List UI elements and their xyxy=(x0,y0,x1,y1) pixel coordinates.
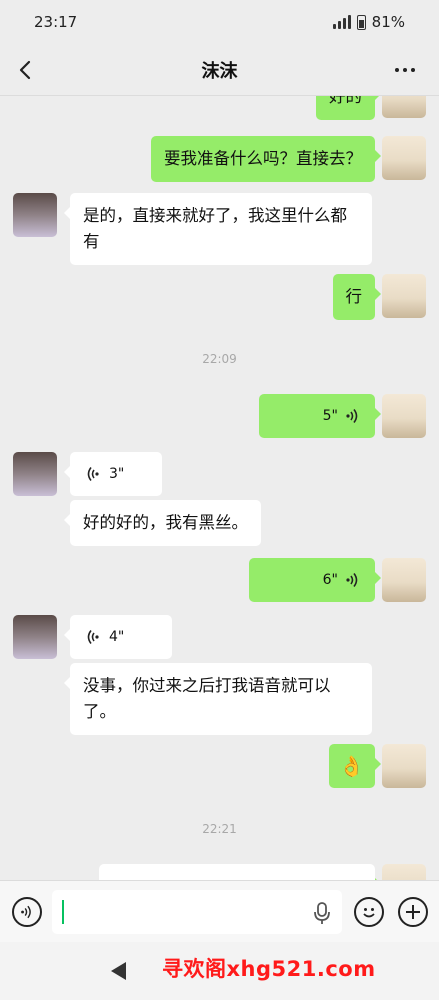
message-input[interactable] xyxy=(52,890,342,934)
battery-icon xyxy=(356,14,366,30)
back-arrow-icon[interactable] xyxy=(14,56,38,84)
voice-wave-icon xyxy=(346,573,358,587)
message-bubble-sent[interactable]: 要我准备什么吗？直接去？ xyxy=(151,136,381,182)
message-text: 行 xyxy=(345,287,363,306)
voice-wave-icon xyxy=(87,467,99,481)
my-avatar[interactable] xyxy=(382,96,426,118)
message-bubble-partial[interactable] xyxy=(99,864,381,880)
my-avatar[interactable] xyxy=(382,744,426,788)
contact-avatar[interactable] xyxy=(13,193,57,237)
message-bubble-received[interactable]: 是的，直接来就好了，我这里什么都有 xyxy=(64,193,372,265)
my-avatar[interactable] xyxy=(382,394,426,438)
voice-wave-icon xyxy=(346,409,358,423)
message-bubble-received[interactable]: 没事，你过来之后打我语音就可以了。 xyxy=(64,663,372,735)
nav-back-triangle-icon[interactable] xyxy=(108,960,130,982)
signal-icon xyxy=(332,15,351,29)
contact-avatar[interactable] xyxy=(13,615,57,659)
voice-duration: 5" xyxy=(322,408,338,424)
voice-wave-icon xyxy=(21,905,31,919)
watermark-text: 寻欢阁xhg521.com xyxy=(162,957,376,981)
input-bar xyxy=(0,880,439,942)
microphone-icon[interactable] xyxy=(313,901,331,925)
message-text: 要我准备什么吗？直接去？ xyxy=(164,149,362,168)
timestamp: 22:21 xyxy=(202,822,237,836)
voice-message-received[interactable]: 4" xyxy=(64,615,172,659)
voice-duration: 6" xyxy=(322,572,338,588)
contact-avatar[interactable] xyxy=(13,452,57,496)
chat-header: 沫沫 xyxy=(0,44,439,96)
ok-hand-emoji: 👌 xyxy=(339,754,364,778)
message-text: 没事，你过来之后打我语音就可以了。 xyxy=(83,676,331,721)
voice-message-sent[interactable]: 5" xyxy=(259,394,381,438)
emoji-message-sent[interactable]: 👌 xyxy=(329,744,381,788)
plus-icon xyxy=(406,905,420,919)
voice-message-sent[interactable]: 6" xyxy=(249,558,381,602)
message-list[interactable]: 好的 要我准备什么吗？直接去？ 是的，直接来就好了，我这里什么都有 行 22:0… xyxy=(0,96,439,880)
message-bubble-received[interactable]: 好的好的，我有黑丝。 xyxy=(64,500,261,546)
emoji-button[interactable] xyxy=(354,897,384,927)
my-avatar[interactable] xyxy=(382,864,426,880)
my-avatar[interactable] xyxy=(382,558,426,602)
message-bubble-sent[interactable]: 行 xyxy=(332,274,381,320)
voice-duration: 3" xyxy=(109,466,125,482)
timestamp: 22:09 xyxy=(202,352,237,366)
status-bar: 23:17 81% xyxy=(0,0,439,44)
voice-duration: 4" xyxy=(109,629,125,645)
message-text: 好的好的，我有黑丝。 xyxy=(83,513,248,532)
smiley-icon xyxy=(363,908,375,918)
text-cursor xyxy=(62,900,64,924)
message-text: 好的 xyxy=(329,96,362,106)
more-actions-button[interactable] xyxy=(398,897,428,927)
my-avatar[interactable] xyxy=(382,136,426,180)
voice-message-received[interactable]: 3" xyxy=(64,452,162,496)
my-avatar[interactable] xyxy=(382,274,426,318)
chat-title: 沫沫 xyxy=(201,60,238,82)
message-bubble-sent[interactable]: 好的 xyxy=(316,96,381,120)
status-icons: 81% xyxy=(332,13,405,31)
more-options-icon[interactable] xyxy=(395,62,419,78)
message-text: 是的，直接来就好了，我这里什么都有 xyxy=(83,206,347,251)
voice-input-toggle-button[interactable] xyxy=(12,897,42,927)
status-time: 23:17 xyxy=(34,13,78,31)
battery-level: 81% xyxy=(371,13,405,31)
voice-wave-icon xyxy=(87,630,99,644)
